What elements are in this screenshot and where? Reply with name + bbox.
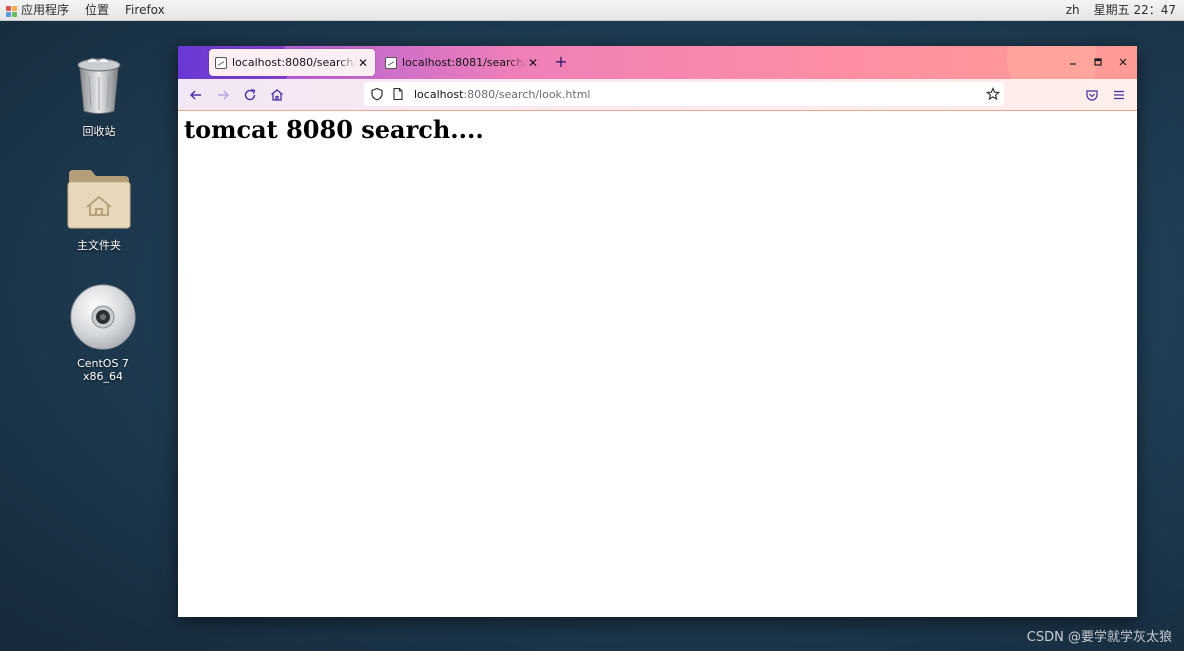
tab-close-icon[interactable]: ✕ xyxy=(357,56,369,70)
desktop-icon-home-folder[interactable]: 主文件夹 xyxy=(54,168,144,253)
desktop-icon-label: 主文件夹 xyxy=(77,239,121,252)
page-favicon-icon xyxy=(215,56,227,69)
forward-button[interactable] xyxy=(214,86,232,104)
page-info-icon[interactable] xyxy=(392,87,404,101)
desktop-icon-label: 回收站 xyxy=(82,125,116,138)
top-panel-menu: 应用程序 位置 Firefox xyxy=(0,0,173,20)
tab-strip: localhost:8080/search/look.html ✕ localh… xyxy=(178,46,1137,79)
active-app-menu[interactable]: Firefox xyxy=(117,0,173,20)
pocket-icon xyxy=(1086,90,1098,101)
maximize-icon[interactable] xyxy=(1091,55,1105,69)
home-icon xyxy=(271,89,283,101)
page-content: tomcat 8080 search.... xyxy=(178,111,1137,617)
url-host: localhost xyxy=(414,87,464,101)
watermark: CSDN @要学就学灰太狼 xyxy=(1026,630,1172,645)
page-heading: tomcat 8080 search.... xyxy=(184,115,484,144)
tab-title: localhost:8081/search/look.html xyxy=(402,56,527,69)
url-path: :8080/search/look.html xyxy=(463,87,591,101)
bookmark-star-icon[interactable] xyxy=(986,87,1000,101)
reload-icon xyxy=(244,88,256,101)
desktop-icon-centos-disc[interactable]: CentOS 7 x86_64 xyxy=(58,284,148,383)
clock[interactable]: 星期五 22：47 xyxy=(1094,0,1176,20)
trash-icon xyxy=(77,58,121,114)
tab-8080[interactable]: localhost:8080/search/look.html ✕ xyxy=(209,49,375,76)
back-button[interactable] xyxy=(187,86,205,104)
desktop-icon-trash[interactable]: 回收站 xyxy=(54,56,144,139)
url-bar[interactable]: localhost:8080/search/look.html xyxy=(364,82,1004,106)
app-menu-button[interactable] xyxy=(1110,86,1128,104)
back-arrow-icon xyxy=(190,90,201,100)
places-menu[interactable]: 位置 xyxy=(77,0,117,20)
shield-icon[interactable] xyxy=(370,87,384,101)
pocket-button[interactable] xyxy=(1083,86,1101,104)
page-favicon-icon xyxy=(385,56,397,69)
tab-8081[interactable]: localhost:8081/search/look.html ✕ xyxy=(379,49,545,76)
top-panel-status: zh 星期五 22：47 xyxy=(1066,0,1176,20)
tab-close-icon[interactable]: ✕ xyxy=(527,56,539,70)
url-text: localhost:8080/search/look.html xyxy=(414,88,590,101)
home-button[interactable] xyxy=(268,86,286,104)
home-folder-icon xyxy=(67,170,131,229)
new-tab-button[interactable]: + xyxy=(552,53,570,71)
applications-icon xyxy=(6,5,17,17)
reload-button[interactable] xyxy=(241,86,259,104)
navigation-toolbar: localhost:8080/search/look.html xyxy=(178,79,1137,111)
top-panel: 应用程序 位置 Firefox zh 星期五 22：47 xyxy=(0,0,1184,21)
window-close-icon[interactable] xyxy=(1116,55,1130,69)
disc-icon xyxy=(70,284,136,350)
forward-arrow-icon xyxy=(218,90,229,100)
input-language-indicator[interactable]: zh xyxy=(1066,0,1080,20)
applications-menu[interactable]: 应用程序 xyxy=(21,0,77,20)
hamburger-menu-icon xyxy=(1114,90,1124,100)
firefox-window: localhost:8080/search/look.html ✕ localh… xyxy=(178,46,1137,617)
desktop-icon-label: CentOS 7 x86_64 xyxy=(77,357,129,383)
minimize-icon[interactable] xyxy=(1066,55,1080,69)
tab-title: localhost:8080/search/look.html xyxy=(232,56,357,69)
